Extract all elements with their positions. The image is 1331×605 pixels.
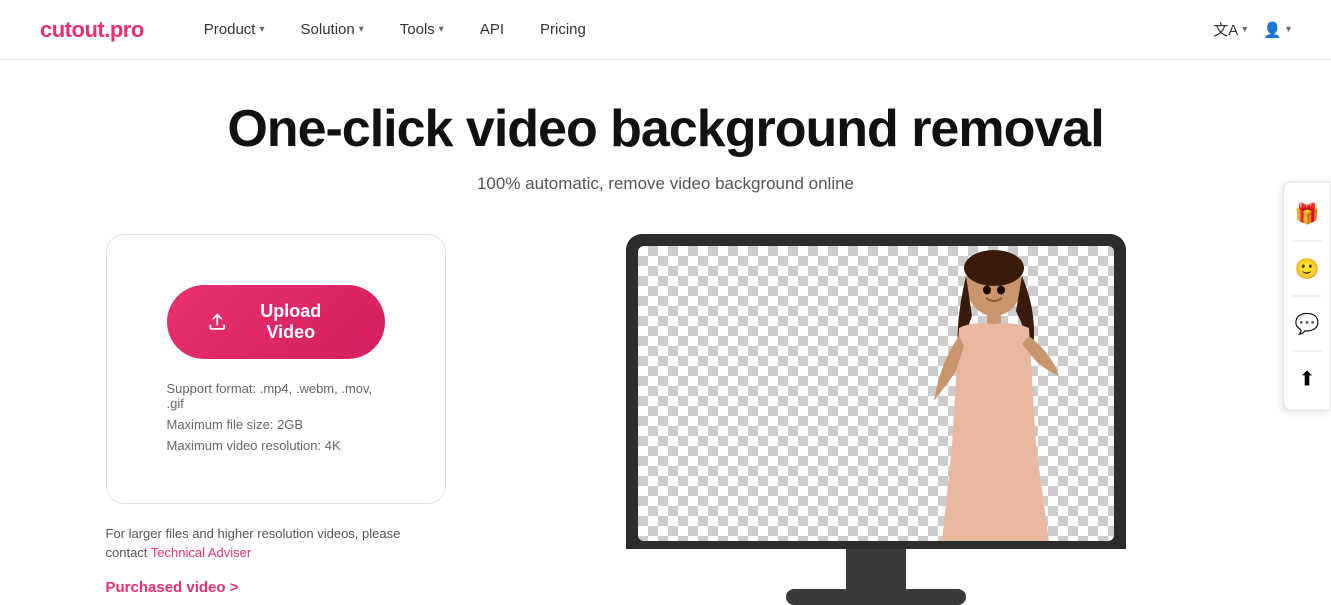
lang-icon: 文A [1213,19,1238,40]
monitor-screen-border [626,234,1126,549]
nav-right: 文A ▾ 👤 ▾ [1213,19,1291,40]
person-figure [884,246,1084,541]
tech-adviser-text: For larger files and higher resolution v… [106,524,446,563]
upload-icon [207,311,228,333]
feedback-icon: 💬 [1295,311,1320,336]
nav-solution[interactable]: Solution ▾ [301,21,364,38]
nav-api[interactable]: API [480,21,504,38]
logo-cutout: cutout [40,17,104,42]
gift-button[interactable]: 🎁 [1284,191,1330,237]
monitor-screen [638,246,1114,541]
user-icon: 👤 [1263,21,1282,39]
upload-spec-resolution: Maximum video resolution: 4K [167,438,385,453]
monitor [626,234,1126,605]
logo-pro: pro [110,17,144,42]
chevron-down-icon: ▾ [439,24,444,35]
content-row: Upload Video Support format: .mp4, .webm… [66,234,1266,605]
feedback-button[interactable]: 💬 [1284,301,1330,347]
upload-section: Upload Video Support format: .mp4, .webm… [106,234,446,596]
sidebar-divider-3 [1292,351,1322,352]
nav-tools[interactable]: Tools ▾ [400,21,444,38]
nav-links: Product ▾ Solution ▾ Tools ▾ API Pricing [204,21,1213,38]
chevron-down-icon: ▾ [1242,24,1247,35]
face-icon: 🙂 [1295,256,1320,281]
sidebar-divider-1 [1292,241,1322,242]
navbar: cutout.pro Product ▾ Solution ▾ Tools ▾ … [0,0,1331,60]
chevron-down-icon: ▾ [359,24,364,35]
face-button[interactable]: 🙂 [1284,246,1330,292]
tech-adviser-link[interactable]: Technical Adviser [151,545,251,560]
logo[interactable]: cutout.pro [40,17,144,43]
upload-button[interactable]: Upload Video [167,285,385,359]
purchased-video-link[interactable]: Purchased video > [106,579,239,596]
floating-sidebar: 🎁 🙂 💬 ⬆ [1283,182,1331,411]
chevron-down-icon: ▾ [1286,24,1291,35]
scroll-up-icon: ⬆ [1299,366,1316,391]
scroll-up-button[interactable]: ⬆ [1284,356,1330,402]
gift-icon: 🎁 [1295,201,1320,226]
chevron-down-icon: ▾ [259,24,264,35]
upload-spec-format: Support format: .mp4, .webm, .mov, .gif [167,381,385,411]
nav-product[interactable]: Product ▾ [204,21,265,38]
upload-specs: Support format: .mp4, .webm, .mov, .gif … [167,381,385,453]
hero-subtitle: 100% automatic, remove video background … [477,174,854,194]
language-switcher[interactable]: 文A ▾ [1213,19,1247,40]
sidebar-divider-2 [1292,296,1322,297]
monitor-section [526,234,1226,605]
monitor-stand-base [786,589,966,605]
main-content: One-click video background removal 100% … [0,60,1331,605]
nav-pricing[interactable]: Pricing [540,21,586,38]
upload-box: Upload Video Support format: .mp4, .webm… [106,234,446,504]
hero-title: One-click video background removal [227,100,1103,160]
monitor-stand-neck [846,549,906,589]
upload-spec-size: Maximum file size: 2GB [167,417,385,432]
user-menu[interactable]: 👤 ▾ [1263,21,1291,39]
